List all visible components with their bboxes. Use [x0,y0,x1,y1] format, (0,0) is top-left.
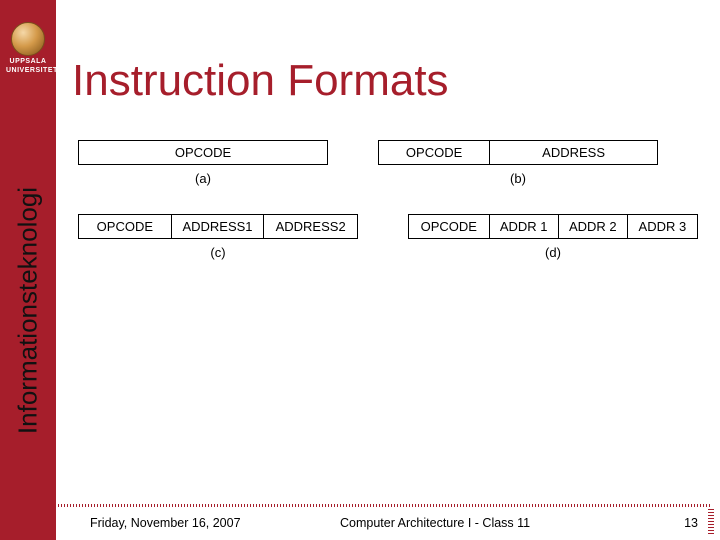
format-d-cell-2: ADDR 2 [559,215,628,238]
format-b-cell-0: OPCODE [379,141,490,164]
department-vertical: Informationsteknologi [6,130,50,490]
format-c-cell-0: OPCODE [79,215,172,238]
format-d-cell-1: ADDR 1 [490,215,559,238]
diagram-row-1: OPCODE (a) OPCODE ADDRESS (b) [78,140,698,186]
university-logo: UPPSALA UNIVERSITET [6,22,50,74]
footer-page-number: 13 [684,516,698,530]
footer-stripe-icon [708,508,714,534]
diagram-area: OPCODE (a) OPCODE ADDRESS (b) OPCODE ADD… [78,140,698,268]
format-a-box: OPCODE [78,140,328,165]
seal-icon [11,22,45,56]
format-b-box: OPCODE ADDRESS [378,140,658,165]
university-name-2: UNIVERSITET [6,67,50,74]
department-label: Informationsteknologi [13,139,44,483]
format-c: OPCODE ADDRESS1 ADDRESS2 (c) [78,214,358,260]
format-a: OPCODE (a) [78,140,328,186]
format-c-cell-1: ADDRESS1 [172,215,265,238]
format-d-cell-3: ADDR 3 [628,215,697,238]
format-c-cell-2: ADDRESS2 [264,215,357,238]
format-b-caption: (b) [510,171,526,186]
format-b: OPCODE ADDRESS (b) [378,140,658,186]
format-d: OPCODE ADDR 1 ADDR 2 ADDR 3 (d) [408,214,698,260]
format-d-caption: (d) [545,245,561,260]
format-c-box: OPCODE ADDRESS1 ADDRESS2 [78,214,358,239]
format-c-caption: (c) [210,245,225,260]
format-a-cell-0: OPCODE [79,141,327,164]
footer-course: Computer Architecture I - Class 11 [340,516,530,530]
footer: Friday, November 16, 2007 Computer Archi… [0,500,720,540]
footer-divider [58,504,712,507]
university-name-1: UPPSALA [6,58,50,65]
slide: UPPSALA UNIVERSITET Informationsteknolog… [0,0,720,540]
format-d-box: OPCODE ADDR 1 ADDR 2 ADDR 3 [408,214,698,239]
format-d-cell-0: OPCODE [409,215,490,238]
footer-date: Friday, November 16, 2007 [90,516,241,530]
format-b-cell-1: ADDRESS [490,141,657,164]
page-title: Instruction Formats [72,56,449,106]
format-a-caption: (a) [195,171,211,186]
diagram-row-2: OPCODE ADDRESS1 ADDRESS2 (c) OPCODE ADDR… [78,214,698,260]
